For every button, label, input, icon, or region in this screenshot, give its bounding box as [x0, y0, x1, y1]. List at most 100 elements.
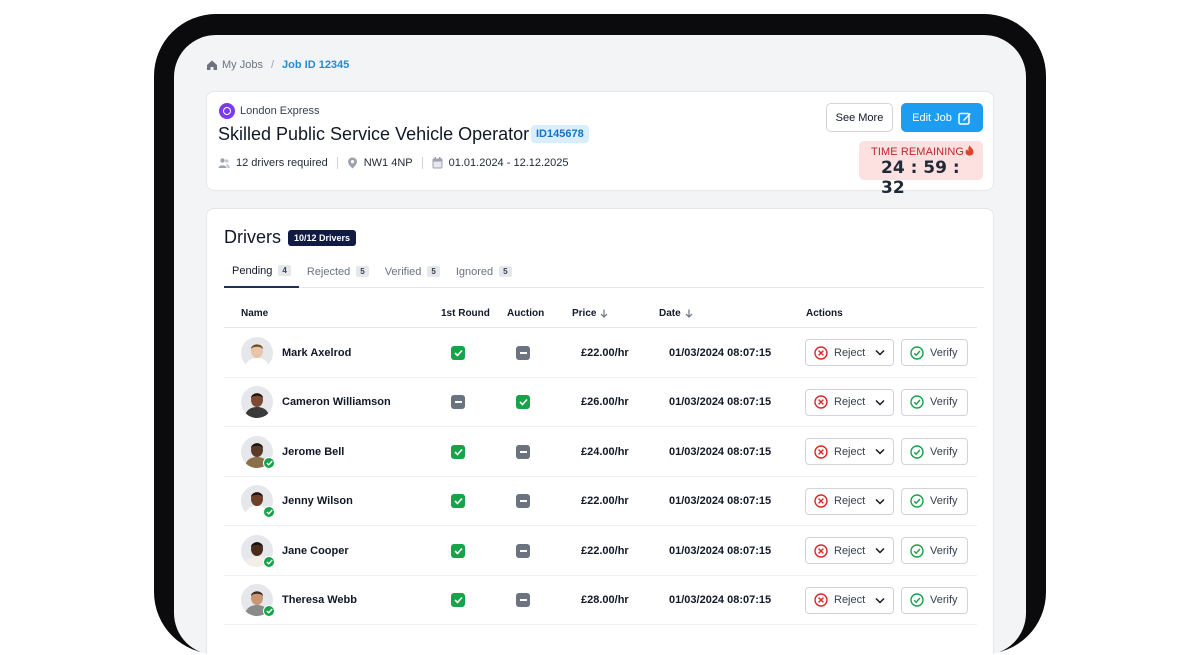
actions-cell: Reject Verify: [805, 427, 968, 476]
job-location: NW1 4NP: [363, 157, 413, 169]
verify-button[interactable]: Verify: [901, 339, 968, 366]
driver-name[interactable]: Theresa Webb: [282, 594, 357, 606]
drivers-tabs: Pending 4 Rejected 5 Verified 5 Ignored …: [224, 255, 984, 288]
edit-job-label: Edit Job: [912, 111, 952, 124]
auction-unchecked-icon[interactable]: [516, 593, 530, 607]
table-row: Theresa Webb £28.00/hr 01/03/2024 08:07:…: [224, 576, 977, 625]
auction-unchecked-icon[interactable]: [516, 345, 530, 360]
first-round-checked-icon[interactable]: [451, 494, 465, 508]
first-round-checked-icon[interactable]: [451, 345, 465, 360]
job-summary-card: London Express Skilled Public Service Ve…: [206, 91, 994, 198]
breadcrumb-current[interactable]: Job ID 12345: [282, 59, 349, 71]
verify-button[interactable]: Verify: [901, 388, 968, 416]
table-row: Jerome Bell £24.00/hr 01/03/2024 08:07:1…: [224, 427, 977, 477]
check-circle-icon: [910, 444, 924, 459]
auction-unchecked-icon[interactable]: [516, 543, 530, 558]
chevron-down-icon: [875, 399, 885, 406]
reject-button[interactable]: Reject: [805, 339, 894, 366]
first-round-checked-icon[interactable]: [451, 593, 465, 607]
reject-label: Reject: [834, 396, 866, 408]
see-more-button[interactable]: See More: [826, 103, 893, 132]
close-circle-icon: [814, 593, 828, 607]
person-icon: [241, 336, 273, 369]
table-row: Jane Cooper £22.00/hr 01/03/2024 08:07:1…: [224, 526, 977, 576]
verify-label: Verify: [930, 396, 958, 408]
chevron-down-icon: [875, 597, 885, 604]
close-circle-icon: [814, 444, 828, 459]
driver-name[interactable]: Jane Cooper: [282, 545, 349, 557]
first-round-checked-icon[interactable]: [451, 444, 465, 459]
avatar[interactable]: [241, 336, 273, 369]
edit-job-button[interactable]: Edit Job: [901, 103, 983, 132]
reject-button[interactable]: Reject: [805, 388, 894, 416]
tab-label: Ignored: [455, 265, 494, 278]
verified-check-icon: [263, 605, 275, 617]
drivers-card: Drivers 10/12 Drivers Pending 4 Rejected…: [206, 208, 994, 655]
job-meta: 12 drivers required NW1 4NP 01.01.2024 -…: [218, 157, 569, 169]
meta-divider: [336, 157, 338, 169]
driver-name[interactable]: Cameron Williamson: [282, 396, 391, 408]
reject-button[interactable]: Reject: [805, 438, 894, 465]
tab-ignored[interactable]: Ignored 5: [448, 255, 520, 288]
users-icon: [218, 158, 230, 168]
column-first-round: 1st Round: [441, 308, 490, 319]
avatar[interactable]: [241, 435, 275, 469]
sort-down-icon: [685, 309, 693, 318]
driver-name[interactable]: Mark Axelrod: [282, 347, 351, 359]
tab-rejected[interactable]: Rejected 5: [299, 255, 377, 288]
breadcrumb-root[interactable]: My Jobs: [222, 59, 263, 71]
table-header: Name 1st Round Auction Price Date Action…: [224, 300, 977, 328]
column-price[interactable]: Price: [572, 308, 608, 319]
time-remaining: TIME REMAINING 24 : 59 : 32: [859, 141, 983, 198]
reject-button[interactable]: Reject: [805, 586, 894, 614]
fire-icon: [965, 145, 974, 156]
job-dates: 01.01.2024 - 12.12.2025: [448, 157, 569, 169]
auction-unchecked-icon[interactable]: [516, 494, 530, 508]
verify-button[interactable]: Verify: [901, 487, 968, 515]
auction-cell: [516, 576, 530, 625]
avatar[interactable]: [241, 584, 275, 617]
check-circle-icon: [910, 345, 924, 360]
driver-name[interactable]: Jerome Bell: [282, 446, 344, 458]
auction-unchecked-icon[interactable]: [516, 444, 530, 459]
timer-label: TIME REMAINING: [871, 145, 974, 158]
first-round-unchecked-icon[interactable]: [451, 395, 465, 409]
first-round-cell: [451, 576, 465, 625]
tab-label: Verified: [384, 265, 422, 278]
date-cell: 01/03/2024 08:07:15: [669, 378, 771, 427]
avatar[interactable]: [241, 386, 273, 418]
tab-count: 5: [356, 266, 369, 277]
column-actions: Actions: [806, 308, 843, 319]
tab-pending[interactable]: Pending 4: [224, 255, 299, 288]
auction-cell: [516, 427, 530, 476]
verify-button[interactable]: Verify: [901, 438, 968, 465]
verify-button[interactable]: Verify: [901, 537, 968, 564]
reject-label: Reject: [834, 544, 866, 557]
driver-name[interactable]: Jenny Wilson: [282, 495, 353, 507]
location-pin-icon: [347, 157, 357, 169]
avatar[interactable]: [241, 485, 275, 518]
price-cell: £28.00/hr: [581, 576, 629, 625]
verified-check-icon: [263, 555, 275, 568]
date: 01/03/2024 08:07:15: [669, 495, 772, 507]
actions-cell: Reject Verify: [805, 477, 968, 526]
tab-count: 4: [278, 265, 291, 276]
close-circle-icon: [814, 345, 828, 360]
avatar[interactable]: [241, 534, 275, 568]
chevron-down-icon: [875, 448, 885, 455]
column-date[interactable]: Date: [659, 308, 693, 319]
breadcrumb: My Jobs / Job ID 12345: [206, 59, 349, 71]
date-cell: 01/03/2024 08:07:15: [669, 526, 771, 575]
close-circle-icon: [814, 543, 828, 558]
tab-verified[interactable]: Verified 5: [377, 255, 448, 288]
reject-button[interactable]: Reject: [805, 537, 894, 564]
reject-button[interactable]: Reject: [805, 487, 894, 515]
auction-checked-icon[interactable]: [516, 395, 530, 409]
company-logo: [219, 103, 235, 119]
verify-button[interactable]: Verify: [901, 586, 968, 614]
first-round-checked-icon[interactable]: [451, 543, 465, 558]
first-round-cell: [451, 477, 465, 526]
tab-count: 5: [427, 266, 440, 277]
app-screen: My Jobs / Job ID 12345 London Express Sk…: [174, 35, 1026, 655]
verify-label: Verify: [930, 594, 958, 606]
